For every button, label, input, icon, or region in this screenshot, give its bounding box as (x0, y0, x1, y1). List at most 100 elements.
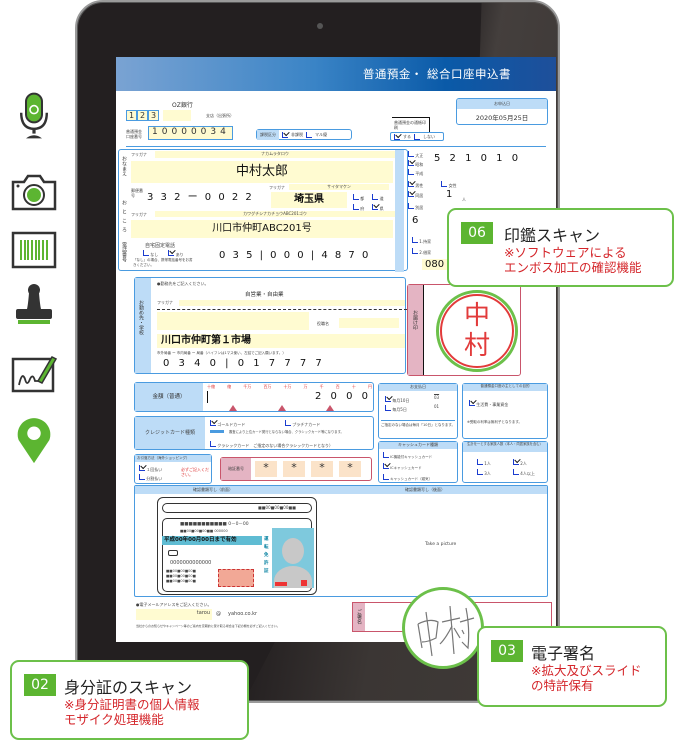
id-back-label: 確認書類写し（後面） (405, 487, 445, 492)
location-pin-icon (17, 418, 51, 464)
household-separate-checkbox[interactable] (408, 203, 414, 209)
gold-card-checkbox[interactable] (210, 420, 216, 426)
work-name-field[interactable] (157, 312, 309, 330)
work-furigana-field[interactable] (179, 300, 405, 306)
workplace-section: お勤め先・学校 ●勤務先をご記入ください。 自営業・自由業 フリガナ 役職名 川… (134, 277, 407, 374)
bank-name: OZ銀行 (172, 102, 193, 109)
work-phone-field[interactable]: 0 3 4 0 | 0 1 7 7 7 7 (163, 358, 325, 369)
prefecture-furigana-field[interactable]: サイタマケン (289, 184, 389, 190)
callout-subtitle-line: モザイク処理機能 (64, 712, 164, 727)
name-field[interactable]: 中村太郎 (131, 161, 393, 183)
account-number-field[interactable]: 10000034 (148, 126, 233, 140)
seal-char: 中 (463, 301, 490, 331)
pin-field[interactable]: * * * * (255, 461, 361, 477)
address-field[interactable]: 川口市仲町ABC201号 (131, 220, 393, 238)
seal-stamp[interactable]: 中 村 (436, 290, 518, 372)
form-header: 普通預金・ 総合口座申込書 (116, 57, 556, 91)
callout-subtitle-line: ※ソフトウェアによる (504, 245, 627, 260)
callout-number-badge: 02 (24, 674, 56, 696)
pin-section: 暗証番号 * * * * (220, 457, 372, 481)
email-user-field[interactable]: tarou (136, 609, 212, 620)
birth-date-field[interactable]: 5 2 1 0 1 0 (434, 153, 521, 164)
amount-units: 十億億千万 百万 十万万千百十円 (207, 384, 372, 389)
address-furigana-field[interactable]: カワグチシナカチョウABC201ゴウ (155, 211, 395, 217)
owned-home-checkbox[interactable] (412, 237, 418, 243)
signature-magnifier (402, 587, 484, 669)
application-date: 2020年05月25日 (475, 114, 529, 122)
divider (126, 146, 546, 147)
maruyu-checkbox[interactable] (306, 131, 312, 138)
job-title-field[interactable] (339, 318, 399, 328)
ic-cash-card-checkbox[interactable] (383, 463, 389, 469)
prefecture-field[interactable]: 埼玉県 (271, 192, 347, 208)
account-number-label: 普通預金口座番号 (126, 129, 142, 139)
one-time-payment-checkbox[interactable] (139, 465, 145, 471)
id-card-front-image[interactable]: ■■00■00■00■■ ■■■■■■■■■■■ 0－0－00 ■■00■00■… (157, 497, 317, 595)
ken-checkbox[interactable] (372, 204, 379, 210)
three-person-checkbox[interactable] (477, 469, 483, 475)
registered-seal-box: お届け印 中 村 (407, 284, 521, 376)
phone-number-field[interactable]: 0 3 5 | 0 0 0 | 4 8 7 0 (219, 250, 370, 261)
payment-day-section: お支払日 毎月10日 03 毎月5日 01 ご指定のない場合は毎月「10日」とな… (378, 383, 458, 439)
classic-card-checkbox[interactable] (210, 441, 216, 447)
four-plus-checkbox[interactable] (513, 469, 519, 475)
barcode-icon (11, 231, 57, 269)
occupation-code[interactable]: 6 (412, 215, 418, 226)
work-type: 自営業・自由業 (245, 292, 284, 298)
to-checkbox[interactable] (353, 194, 359, 200)
has-home-phone-checkbox[interactable] (168, 250, 175, 256)
male-checkbox[interactable] (408, 181, 414, 187)
handwritten-signature (417, 605, 475, 657)
branch-code-field[interactable]: 1 2 3 (126, 110, 191, 121)
callout-id-scan: 02 身分証のスキャン ※身分証明書の個人情報 モザイク処理機能 (10, 660, 249, 740)
platinum-card-checkbox[interactable] (285, 420, 291, 426)
name-furigana-field[interactable]: ナカムラタロウ (155, 151, 395, 158)
credit-card-type-section: クレジットカード種類 ゴールドカード プラチナカード 審査により上位カード発行と… (134, 416, 374, 450)
do-checkbox[interactable] (372, 194, 379, 200)
camera-icon (11, 174, 57, 211)
rented-home-checkbox[interactable] (412, 248, 418, 254)
female-checkbox[interactable] (441, 181, 448, 187)
passbook-print-yes-checkbox[interactable] (394, 133, 400, 140)
id-photo-placeholder (272, 528, 314, 588)
callout-subtitle-line: ※拡大及びスライド (531, 663, 642, 678)
payment-day-5-checkbox[interactable] (385, 405, 391, 411)
postal-code-field[interactable]: 3 3 2 ー 0 0 2 2 (147, 188, 254, 203)
front-camera (317, 23, 323, 29)
mobile-number-field[interactable]: 080 (422, 259, 448, 270)
seal-char: 村 (463, 331, 490, 361)
payment-day-10-checkbox[interactable] (385, 396, 391, 402)
purpose-checkbox[interactable] (469, 400, 475, 406)
application-date-box: お申込日 2020年05月25日 (456, 98, 548, 125)
passbook-print-no-checkbox[interactable] (414, 133, 420, 140)
tax-exempt-checkbox[interactable] (282, 131, 288, 138)
id-number: 0000000000000 (170, 560, 212, 566)
stamp-icon (16, 284, 52, 324)
ic-function-card-checkbox[interactable] (383, 452, 389, 458)
cash-card-type-section: キャッシュカード種類 IC機能付キャッシュカード ICキャッシュカード キャッシ… (378, 441, 458, 483)
magnetic-card-checkbox[interactable] (383, 474, 389, 480)
installment-payment-checkbox[interactable] (139, 474, 145, 480)
tax-category: 課税区分 非課税 マル優 (256, 129, 352, 140)
callout-number-badge: 03 (491, 640, 523, 662)
take-picture-button[interactable]: Take a picture (425, 542, 456, 547)
email-domain-field[interactable]: yahoo.co.kr (228, 611, 257, 617)
passbook-label: 普通預金の通帳印刷 (392, 117, 430, 133)
two-person-checkbox[interactable] (513, 459, 519, 465)
fu-checkbox[interactable] (353, 204, 359, 210)
household-together-checkbox[interactable] (408, 191, 414, 197)
callout-title: 印鑑スキャン (504, 226, 601, 245)
callout-subtitle-line: エンボス加工の確認機能 (504, 260, 642, 275)
id-type-text: 運転免許証 (264, 537, 269, 574)
household-count-section: 生計を一とする家族人数（本人・同居家族を含む） 1人 2人 3人 4人以上 (462, 441, 548, 483)
children-count[interactable]: 1 (446, 189, 452, 200)
one-person-checkbox[interactable] (477, 459, 483, 465)
prefecture-type-options: 都 道 府 県 (353, 194, 384, 212)
right-label-strip (395, 150, 404, 272)
work-address-field[interactable]: 川口市仲町第１市場 (157, 334, 405, 348)
callout-subtitle-line: の特許保有 (531, 678, 594, 693)
signature-pad-icon (11, 356, 58, 393)
callout-title: 電子署名 (531, 644, 596, 663)
no-home-phone-checkbox[interactable] (143, 250, 149, 256)
callout-seal-scan: 06 印鑑スキャン ※ソフトウェアによる エンボス加工の確認機能 (447, 208, 674, 287)
